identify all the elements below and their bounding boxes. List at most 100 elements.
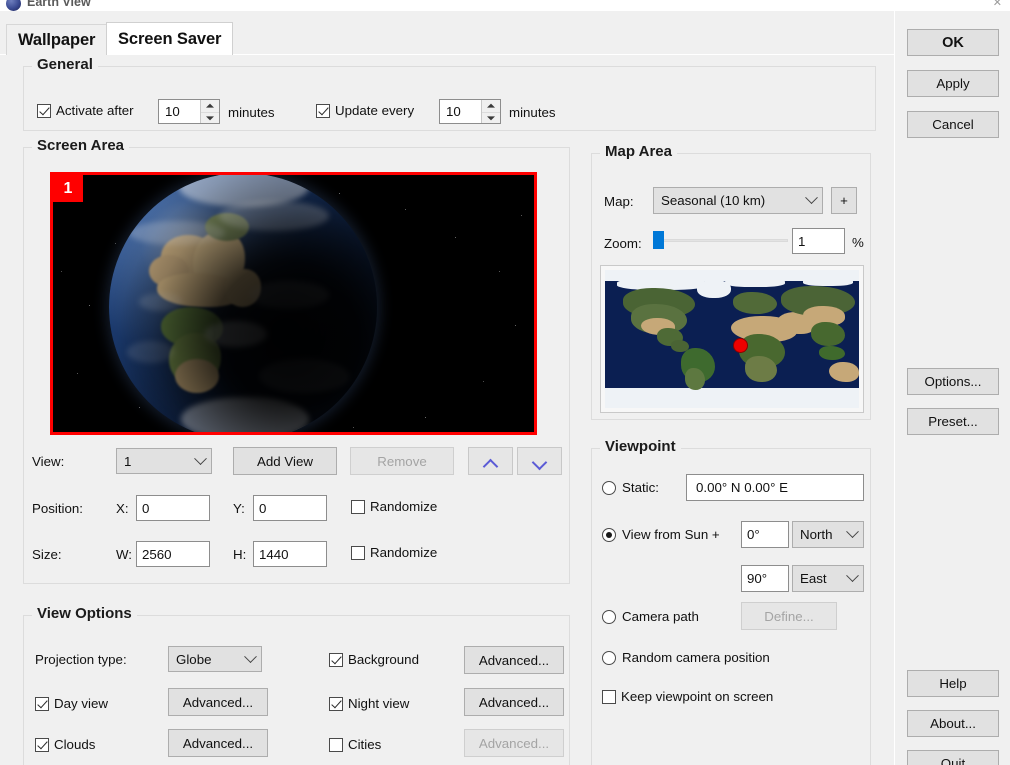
- night-view-checkbox[interactable]: Night view: [329, 696, 409, 711]
- activate-after-value[interactable]: 10: [159, 100, 200, 123]
- keep-viewpoint-label: Keep viewpoint on screen: [621, 689, 774, 704]
- help-button[interactable]: Help: [907, 670, 999, 697]
- background-checkbox[interactable]: Background: [329, 652, 419, 667]
- chevron-down-icon: [189, 457, 211, 466]
- size-width-input[interactable]: 2560: [136, 541, 210, 567]
- update-every-checkbox[interactable]: Update every: [316, 103, 414, 118]
- chevron-up-icon: [483, 457, 498, 466]
- screen-saver-panel: General Activate after 10 minutes Update…: [0, 54, 894, 765]
- checkbox-box: [329, 737, 343, 752]
- add-view-button[interactable]: Add View: [233, 447, 337, 475]
- chevron-down-icon: [800, 196, 822, 205]
- map-select-value: Seasonal (10 km): [661, 193, 766, 208]
- spinner-buttons: [481, 100, 500, 123]
- move-view-down-button[interactable]: [517, 447, 562, 475]
- window-titlebar: Earth View ✕: [0, 0, 1010, 11]
- size-randomize-checkbox[interactable]: Randomize: [351, 545, 437, 560]
- view-from-sun-radio[interactable]: View from Sun +: [602, 527, 720, 542]
- activate-after-checkbox[interactable]: Activate after: [37, 103, 134, 118]
- checkbox-box: [351, 545, 365, 560]
- position-randomize-label: Randomize: [370, 499, 438, 514]
- sun-direction-1-select[interactable]: North: [792, 521, 864, 548]
- view-select-value: 1: [124, 453, 132, 469]
- day-view-advanced-button[interactable]: Advanced...: [168, 688, 268, 716]
- spinner-up-icon[interactable]: [201, 100, 219, 112]
- view-select[interactable]: 1: [116, 448, 212, 474]
- add-map-button[interactable]: +: [831, 187, 857, 214]
- sun-angle-1-input[interactable]: 0°: [741, 521, 789, 548]
- preset-button[interactable]: Preset...: [907, 408, 999, 435]
- background-advanced-button[interactable]: Advanced...: [464, 646, 564, 674]
- zoom-value-input[interactable]: 1: [792, 228, 845, 254]
- update-every-spinner[interactable]: 10: [439, 99, 501, 124]
- cities-advanced-button: Advanced...: [464, 729, 564, 757]
- screen-preview[interactable]: 1: [50, 172, 537, 435]
- size-height-input[interactable]: 1440: [253, 541, 327, 567]
- size-randomize-label: Randomize: [370, 545, 438, 560]
- position-x-label: X:: [116, 501, 129, 516]
- zoom-slider[interactable]: [653, 231, 788, 249]
- projection-type-select[interactable]: Globe: [168, 646, 262, 672]
- checkbox-box: [329, 652, 343, 667]
- activate-after-unit: minutes: [228, 105, 275, 120]
- dialog-button-column: OK Apply Cancel Options... Preset... Hel…: [894, 11, 1010, 765]
- sun-direction-2-value: East: [800, 571, 827, 586]
- spinner-down-icon[interactable]: [201, 111, 219, 124]
- apply-button[interactable]: Apply: [907, 70, 999, 97]
- map-select[interactable]: Seasonal (10 km): [653, 187, 823, 214]
- radio-dot: [602, 480, 616, 495]
- sun-direction-2-select[interactable]: East: [792, 565, 864, 592]
- options-button[interactable]: Options...: [907, 368, 999, 395]
- zoom-unit-label: %: [852, 235, 864, 250]
- spinner-up-icon[interactable]: [482, 100, 500, 112]
- world-map-canvas: [605, 270, 859, 408]
- checkbox-box: [35, 696, 49, 711]
- checkbox-box: [329, 696, 343, 711]
- close-icon[interactable]: ✕: [993, 0, 1002, 9]
- sun-angle-2-input[interactable]: 90°: [741, 565, 789, 592]
- position-randomize-checkbox[interactable]: Randomize: [351, 499, 437, 514]
- view-options-group: View Options Projection type: Globe Day …: [23, 605, 570, 765]
- spinner-down-icon[interactable]: [482, 111, 500, 124]
- viewpoint-static-radio[interactable]: Static:: [602, 480, 659, 495]
- position-x-input[interactable]: 0: [136, 495, 210, 521]
- quit-button[interactable]: Quit: [907, 750, 999, 765]
- update-every-unit: minutes: [509, 105, 556, 120]
- about-button[interactable]: About...: [907, 710, 999, 737]
- position-y-input[interactable]: 0: [253, 495, 327, 521]
- zoom-slider-thumb[interactable]: [653, 231, 664, 249]
- map-area-legend: Map Area: [600, 143, 677, 160]
- day-view-checkbox[interactable]: Day view: [35, 696, 108, 711]
- keep-viewpoint-checkbox[interactable]: Keep viewpoint on screen: [602, 689, 773, 704]
- cancel-button[interactable]: Cancel: [907, 111, 999, 138]
- update-every-value[interactable]: 10: [440, 100, 481, 123]
- earth-view-window: Earth View ✕ Wallpaper Screen Saver Gene…: [0, 0, 1010, 765]
- spinner-buttons: [200, 100, 219, 123]
- general-group: General Activate after 10 minutes Update…: [23, 56, 876, 131]
- camera-path-radio[interactable]: Camera path: [602, 609, 699, 624]
- position-label: Position:: [32, 501, 83, 516]
- night-view-advanced-button[interactable]: Advanced...: [464, 688, 564, 716]
- cities-checkbox[interactable]: Cities: [329, 737, 381, 752]
- static-coordinates-input[interactable]: 0.00° N 0.00° E: [686, 474, 864, 501]
- ok-button[interactable]: OK: [907, 29, 999, 56]
- map-marker-dot: [733, 338, 748, 353]
- activate-after-label: Activate after: [56, 103, 134, 118]
- move-view-up-button[interactable]: [468, 447, 513, 475]
- world-map-preview[interactable]: [600, 265, 864, 413]
- remove-view-button: Remove: [350, 447, 454, 475]
- chevron-down-icon: [841, 574, 863, 583]
- chevron-down-icon: [532, 457, 547, 466]
- camera-path-label: Camera path: [622, 609, 699, 624]
- random-camera-radio[interactable]: Random camera position: [602, 650, 770, 665]
- window-title: Earth View: [27, 0, 91, 9]
- clouds-checkbox[interactable]: Clouds: [35, 737, 95, 752]
- camera-path-define-button: Define...: [741, 602, 837, 630]
- tab-wallpaper[interactable]: Wallpaper: [6, 24, 108, 55]
- activate-after-spinner[interactable]: 10: [158, 99, 220, 124]
- size-label: Size:: [32, 547, 62, 562]
- checkbox-box: [602, 689, 616, 704]
- checkbox-box: [316, 103, 330, 118]
- clouds-advanced-button[interactable]: Advanced...: [168, 729, 268, 757]
- tab-screen-saver[interactable]: Screen Saver: [106, 22, 234, 55]
